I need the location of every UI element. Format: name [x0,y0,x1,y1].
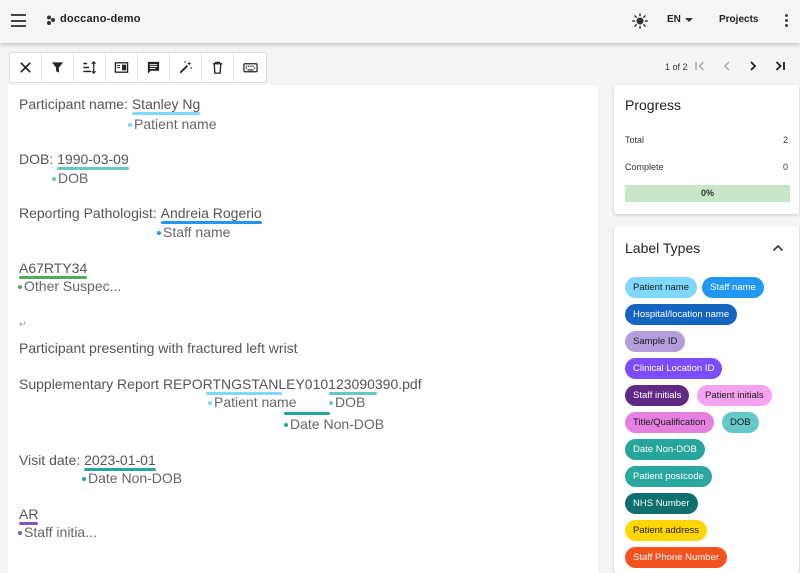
keyboard-button[interactable] [234,53,266,82]
filter-button[interactable] [42,53,74,82]
return-mark: ↵ [19,319,27,329]
keyboard-icon [242,63,258,73]
entity-label[interactable]: Date Non-DOB [82,470,182,486]
chevron-left-icon[interactable] [720,59,734,73]
entity-label[interactable]: Other Suspec... [18,278,121,294]
label-chip[interactable]: Patient address [625,520,708,541]
label-chip[interactable]: Patient name [625,277,697,298]
filter-icon [51,62,64,73]
label-chip[interactable]: Patient postcode [625,466,712,487]
complete-value: 0 [782,162,788,172]
label-chip[interactable]: Clinical Location ID [625,358,723,379]
entity-span[interactable]: A67RTY34 [19,260,88,279]
annotation-toolbar [9,52,267,83]
entity-label[interactable]: Staff initia... [18,524,97,540]
text-segment: Visit date: [19,452,85,468]
entity-span[interactable]: Stanley Ng [131,96,201,115]
split-view-icon [114,62,129,73]
trash-icon [212,61,223,74]
entity-label[interactable]: DOB [52,170,88,186]
text-line: AR [19,506,39,525]
label-chip[interactable]: NHS Number [625,493,698,514]
label-types-card: Label Types Patient name Staff name Hospit… [614,226,799,573]
vertical-dots-icon[interactable] [785,14,789,28]
split-view-button[interactable] [106,53,138,82]
entity-label[interactable]: Staff name [157,224,230,240]
entity-span[interactable]: AR [19,506,39,525]
label-chip[interactable]: Staff initials [625,385,690,406]
label-chip[interactable]: Patient initials [697,385,772,406]
entity-span[interactable]: 2023-01-01 [84,452,156,471]
label-chip[interactable]: Sample ID [625,331,686,352]
label-chip[interactable]: Staff Phone Number [625,547,727,568]
caret-down-icon [684,17,693,22]
entity-span[interactable]: Andreia Rogerio [160,205,262,224]
text-line: Visit date: 2023-01-01 [19,452,156,471]
chevron-up-icon[interactable] [772,244,784,252]
label-chip[interactable]: DOB [722,412,759,433]
hamburger-icon[interactable] [11,14,26,27]
entity-label[interactable]: Patient name [208,394,297,410]
app-bar: doccano-demo EN Projects [0,0,800,43]
comment-button[interactable] [138,53,170,82]
projects-button[interactable]: Projects [719,14,758,25]
entity-span[interactable]: 1990-03-09 [57,151,129,170]
text-segment: Reporting Pathologist: [19,205,161,221]
progress-title: Progress [625,97,682,113]
text-line: Supplementary Report REPORTNGSTANLEY0101… [19,376,422,392]
progress-card: Progress Total 2 Complete 0 0% [614,85,799,214]
chevron-right-icon[interactable] [746,59,760,73]
sort-icon [83,61,97,74]
entity-label[interactable]: DOB [329,394,365,410]
total-label: Total [625,135,645,145]
delete-button[interactable] [202,53,234,82]
text-line: Reporting Pathologist: Andreia Rogerio [19,205,262,224]
close-button[interactable] [10,53,42,82]
magic-wand-icon [179,61,192,74]
document-panel: Participant name: Stanley Ng Patient nam… [8,85,598,573]
text-segment: Participant name: [19,96,132,112]
complete-label: Complete [625,162,664,172]
app-title[interactable]: doccano-demo [60,13,141,25]
language-label: EN [667,14,681,25]
entity-underline[interactable] [284,412,330,415]
total-value: 2 [782,135,788,145]
label-chip[interactable]: Title/Qualification [625,412,714,433]
text-line: A67RTY34 [19,260,88,279]
page-indicator: 1 of 2 [665,62,688,72]
entity-label[interactable]: Patient name [128,116,217,132]
text-segment: DOB: [19,151,58,167]
label-chip[interactable]: Hospital/location name [625,304,738,325]
sun-icon[interactable] [632,13,648,29]
text-line: DOB: 1990-03-09 [19,151,129,170]
logo-icon [47,15,55,25]
sort-button[interactable] [74,53,106,82]
text-line: Participant name: Stanley Ng [19,96,201,115]
last-page-icon[interactable] [773,59,787,73]
auto-label-button[interactable] [170,53,202,82]
language-menu[interactable]: EN [667,14,693,25]
text-line: Participant presenting with fractured le… [19,340,298,356]
close-icon [20,62,31,73]
label-types-title: Label Types [625,240,701,256]
entity-label[interactable]: Date Non-DOB [284,416,384,432]
label-chip[interactable]: Date Non-DOB [625,439,705,460]
first-page-icon[interactable] [693,59,707,73]
progress-bar: 0% [625,185,790,202]
comment-icon [147,61,160,74]
label-chip[interactable]: Staff name [702,277,764,298]
